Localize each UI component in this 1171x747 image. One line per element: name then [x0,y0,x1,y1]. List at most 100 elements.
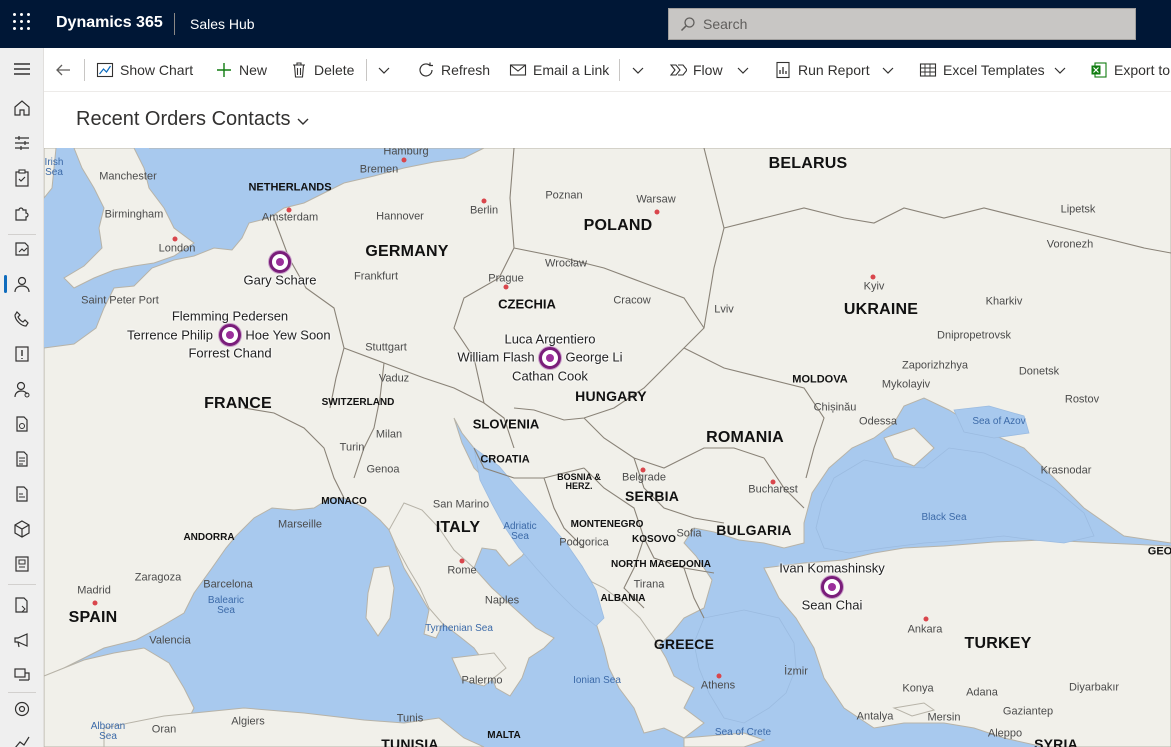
contact-label[interactable]: Luca Argentiero [504,333,595,346]
invoices-icon[interactable] [0,477,44,511]
clipboard-icon[interactable] [0,161,44,195]
contact-label[interactable]: Ivan Komashinsky [779,562,885,575]
city-label: Bremen [359,163,399,176]
flow-button[interactable]: Flow [669,48,723,92]
country-label: UKRAINE [843,301,919,318]
city-label: Antalya [856,710,894,723]
contact-label[interactable]: Flemming Pedersen [172,310,288,323]
recent-icon[interactable] [0,126,44,160]
contact-pin[interactable] [219,324,241,346]
contacts-icon[interactable] [0,267,44,301]
country-label: POLAND [583,217,653,234]
chevron-down-icon[interactable] [1054,64,1066,76]
header-divider [174,13,175,35]
back-button[interactable] [54,48,78,92]
quotes-icon[interactable] [0,407,44,441]
sales-literature-icon[interactable] [0,588,44,622]
city-label: Kyiv [863,280,885,293]
chevron-down-icon[interactable] [378,64,390,76]
city-dot [716,673,722,679]
city-label: Dnipropetrovsk [937,329,1011,342]
excel-templates-button[interactable]: Excel Templates [919,48,1045,92]
app-launcher-icon[interactable] [12,12,36,36]
contact-label[interactable]: Cathan Cook [512,370,588,383]
city-label: Belgrade [621,471,667,484]
contact-label[interactable]: George Li [565,351,622,364]
chart-icon[interactable] [0,724,44,747]
city-label: Rostov [1064,393,1100,406]
sea-label: Balearic Sea [207,595,245,616]
chevron-down-icon[interactable] [296,114,310,128]
contact-label[interactable]: William Flash [457,351,534,364]
contact-pin[interactable] [821,576,843,598]
export-to-excel-button[interactable]: Export to [1090,48,1170,92]
excel-templates-label: Excel Templates [943,62,1045,78]
chevron-down-icon[interactable] [632,64,644,76]
city-label: Birmingham [104,208,164,221]
contact-pin[interactable] [269,251,291,273]
run-report-button[interactable]: Run Report [774,48,870,92]
contact-pin[interactable] [539,347,561,369]
phone-activity-icon[interactable] [0,302,44,336]
city-label: Chișinău [813,401,857,414]
city-dot [923,616,929,622]
marketing-icon[interactable] [0,623,44,657]
hamburger-menu-icon[interactable] [0,52,44,86]
city-label: Adana [966,686,998,699]
email-link-button[interactable]: Email a Link [509,48,609,92]
city-label: Warsaw [636,193,676,206]
country-label: ANDORRA [183,532,235,543]
app-name[interactable]: Dynamics 365 [56,14,163,32]
chevron-down-icon[interactable] [737,64,749,76]
orders-icon[interactable] [0,442,44,476]
country-label: HUNGARY [575,388,647,404]
city-label: Vaduz [378,372,410,385]
delete-button[interactable]: Delete [290,48,354,92]
settings-icon[interactable] [0,692,44,726]
city-label: Saint Peter Port [81,294,159,307]
refresh-icon [419,62,433,77]
country-label: BULGARIA [716,522,792,538]
app-area-name[interactable]: Sales Hub [190,16,255,32]
view-selector-bar: Recent Orders Contacts [44,92,1171,148]
new-button[interactable]: New [215,48,267,92]
search-input[interactable]: Search [668,8,1136,40]
command-bar: Show Chart New Delete Refresh Email a Li… [44,48,1171,92]
run-report-label: Run Report [798,62,870,78]
dashboard-icon[interactable] [0,232,44,266]
sea-label: Adriatic Sea [503,521,537,542]
city-label: Naples [484,594,520,607]
city-label: Palermo [461,674,503,687]
city-label: Lviv [714,303,734,316]
contact-label[interactable]: Hoe Yew Soon [245,329,330,342]
home-icon[interactable] [0,91,44,125]
show-chart-label: Show Chart [120,62,194,78]
city-label: Odessa [859,415,897,428]
goals-icon[interactable] [0,658,44,692]
contact-label[interactable]: Terrence Philip [127,329,213,342]
city-label: İzmir [784,665,808,678]
puzzle-icon[interactable] [0,196,44,230]
products-icon[interactable] [0,512,44,546]
alert-icon[interactable] [0,337,44,371]
refresh-button[interactable]: Refresh [417,48,490,92]
view-selector-title[interactable]: Recent Orders Contacts [76,108,291,131]
city-label: Tirana [633,578,665,591]
contact-label[interactable]: Sean Chai [802,599,863,612]
contact-label[interactable]: Gary Schare [244,274,317,287]
price-list-icon[interactable] [0,547,44,581]
show-chart-button[interactable]: Show Chart [96,48,193,92]
refresh-label: Refresh [441,62,491,78]
city-label: Podgorica [559,536,609,549]
command-separator [619,59,620,81]
city-label: Wrocław [545,257,587,270]
command-separator [366,59,367,81]
competitor-icon[interactable] [0,372,44,406]
contacts-map[interactable]: BELARUS NETHERLANDS GERMANY POLAND CZECH… [44,148,1171,747]
city-label: London [158,242,196,255]
nav-separator [8,584,36,585]
city-label: Hamburg [383,148,429,158]
city-label: Ankara [907,623,943,636]
contact-label[interactable]: Forrest Chand [188,347,271,360]
chevron-down-icon[interactable] [882,64,894,76]
